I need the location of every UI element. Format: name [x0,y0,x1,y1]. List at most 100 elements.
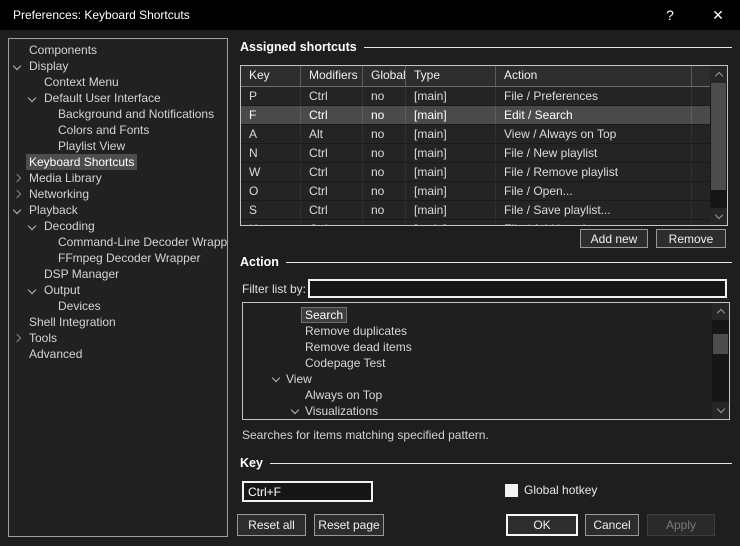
cancel-button[interactable]: Cancel [585,514,639,536]
scroll-down-icon[interactable] [712,402,729,419]
chevron-down-icon[interactable] [28,222,36,230]
cell-modifiers: Ctrl [301,201,363,219]
sidebar-item-background-and-notifications[interactable]: Background and Notifications [9,106,227,122]
scroll-thumb[interactable] [713,334,728,354]
action-item-label: View [286,371,312,387]
shortcuts-table-scrollbar[interactable] [710,66,727,225]
reset-all-button[interactable]: Reset all [237,514,306,536]
chevron-down-icon[interactable] [13,62,21,70]
cell-global: no [363,87,406,105]
chevron-down-icon[interactable] [28,286,36,294]
sidebar-item-display[interactable]: Display [9,58,227,74]
cell-action: File / Open... [496,182,692,200]
chevron-down-icon[interactable] [13,206,21,214]
sidebar-item-components[interactable]: Components [9,42,227,58]
chevron-right-icon[interactable] [13,190,21,198]
action-item-label: Search [301,307,347,323]
column-header-key[interactable]: Key [241,66,301,86]
sidebar-item-output[interactable]: Output [9,282,227,298]
close-button[interactable]: ✕ [702,0,734,30]
action-item-visualizations[interactable]: Visualizations [243,403,729,419]
sidebar-item-tools[interactable]: Tools [9,330,227,346]
shortcuts-table-header: KeyModifiersGlobalTypeAction [241,66,710,87]
sidebar-item-dsp-manager[interactable]: DSP Manager [9,266,227,282]
action-item-label: Remove dead items [305,339,412,355]
scroll-up-icon[interactable] [712,303,729,320]
sidebar-item-keyboard-shortcuts[interactable]: Keyboard Shortcuts [9,154,227,170]
shortcut-row[interactable]: WCtrlno[main]File / Remove playlist [241,163,710,182]
ok-button[interactable]: OK [506,514,578,536]
sidebar-item-default-user-interface[interactable]: Default User Interface [9,90,227,106]
chevron-right-icon[interactable] [13,334,21,342]
shortcuts-table: KeyModifiersGlobalTypeAction PCtrlno[mai… [240,65,728,226]
action-item-remove-dead-items[interactable]: Remove dead items [243,339,729,355]
sidebar-item-colors-and-fonts[interactable]: Colors and Fonts [9,122,227,138]
help-button[interactable]: ? [654,0,686,30]
shortcut-row[interactable]: SCtrlno[main]File / Save playlist... [241,201,710,220]
chevron-right-icon[interactable] [13,174,21,182]
sidebar-item-shell-integration[interactable]: Shell Integration [9,314,227,330]
remove-button[interactable]: Remove [656,229,726,248]
sidebar-item-media-library[interactable]: Media Library [9,170,227,186]
action-item-label: Remove duplicates [305,323,407,339]
sidebar-item-label: FFmpeg Decoder Wrapper [58,250,201,266]
apply-button[interactable]: Apply [647,514,715,536]
filter-input[interactable] [308,279,727,298]
key-input[interactable] [242,481,373,502]
cell-global: no [363,144,406,162]
cell-type: [main] [406,220,496,225]
sidebar-item-context-menu[interactable]: Context Menu [9,74,227,90]
sidebar-item-ffmpeg-decoder-wrapper[interactable]: FFmpeg Decoder Wrapper [9,250,227,266]
column-header-modifiers[interactable]: Modifiers [301,66,363,86]
sidebar-item-playback[interactable]: Playback [9,202,227,218]
sidebar-item-label: Default User Interface [44,90,161,106]
sidebar-item-devices[interactable]: Devices [9,298,227,314]
cell-type: [main] [406,125,496,143]
cell-modifiers: Ctrl [301,144,363,162]
sidebar-item-networking[interactable]: Networking [9,186,227,202]
shortcut-row[interactable]: FCtrlno[main]Edit / Search [241,106,710,125]
sidebar-item-command-line-decoder-wrapper[interactable]: Command-Line Decoder Wrapper [9,234,227,250]
shortcut-row[interactable]: UCtrlno[main]File / Add location... [241,220,710,225]
chevron-down-icon[interactable] [272,374,280,382]
chevron-down-icon[interactable] [291,406,299,414]
cell-action: File / New playlist [496,144,692,162]
group-key: Key [240,455,732,471]
shortcut-row[interactable]: PCtrlno[main]File / Preferences [241,87,710,106]
cell-type: [main] [406,201,496,219]
chevron-down-icon[interactable] [28,94,36,102]
shortcut-row[interactable]: OCtrlno[main]File / Open... [241,182,710,201]
column-header-action[interactable]: Action [496,66,692,86]
cell-action: File / Save playlist... [496,201,692,219]
sidebar-item-playlist-view[interactable]: Playlist View [9,138,227,154]
cell-type: [main] [406,182,496,200]
scroll-thumb[interactable] [711,83,726,190]
shortcut-row[interactable]: AAltno[main]View / Always on Top [241,125,710,144]
cell-modifiers: Ctrl [301,163,363,181]
action-item-codepage-test[interactable]: Codepage Test [243,355,729,371]
action-list-scrollbar[interactable] [712,303,729,419]
close-icon: ✕ [712,7,724,24]
sidebar-item-label: Command-Line Decoder Wrapper [58,234,228,250]
column-header-global[interactable]: Global [363,66,406,86]
action-item-search[interactable]: Search [243,307,729,323]
action-item-always-on-top[interactable]: Always on Top [243,387,729,403]
sidebar-item-label: Context Menu [44,74,119,90]
sidebar-item-label: Playlist View [58,138,125,154]
sidebar-item-label: Tools [29,330,57,346]
sidebar-item-advanced[interactable]: Advanced [9,346,227,362]
reset-page-button[interactable]: Reset page [314,514,384,536]
shortcut-row[interactable]: NCtrlno[main]File / New playlist [241,144,710,163]
add-new-button[interactable]: Add new [580,229,648,248]
preferences-tree: ComponentsDisplayContext MenuDefault Use… [8,38,228,537]
scroll-down-icon[interactable] [710,208,727,225]
cell-action: File / Preferences [496,87,692,105]
sidebar-item-decoding[interactable]: Decoding [9,218,227,234]
action-item-view[interactable]: View [243,371,729,387]
cell-global: no [363,220,406,225]
action-item-remove-duplicates[interactable]: Remove duplicates [243,323,729,339]
scroll-up-icon[interactable] [710,66,727,83]
column-header-type[interactable]: Type [406,66,496,86]
action-tree-items: SearchRemove duplicatesRemove dead items… [243,307,729,419]
global-hotkey-checkbox[interactable] [505,484,518,497]
